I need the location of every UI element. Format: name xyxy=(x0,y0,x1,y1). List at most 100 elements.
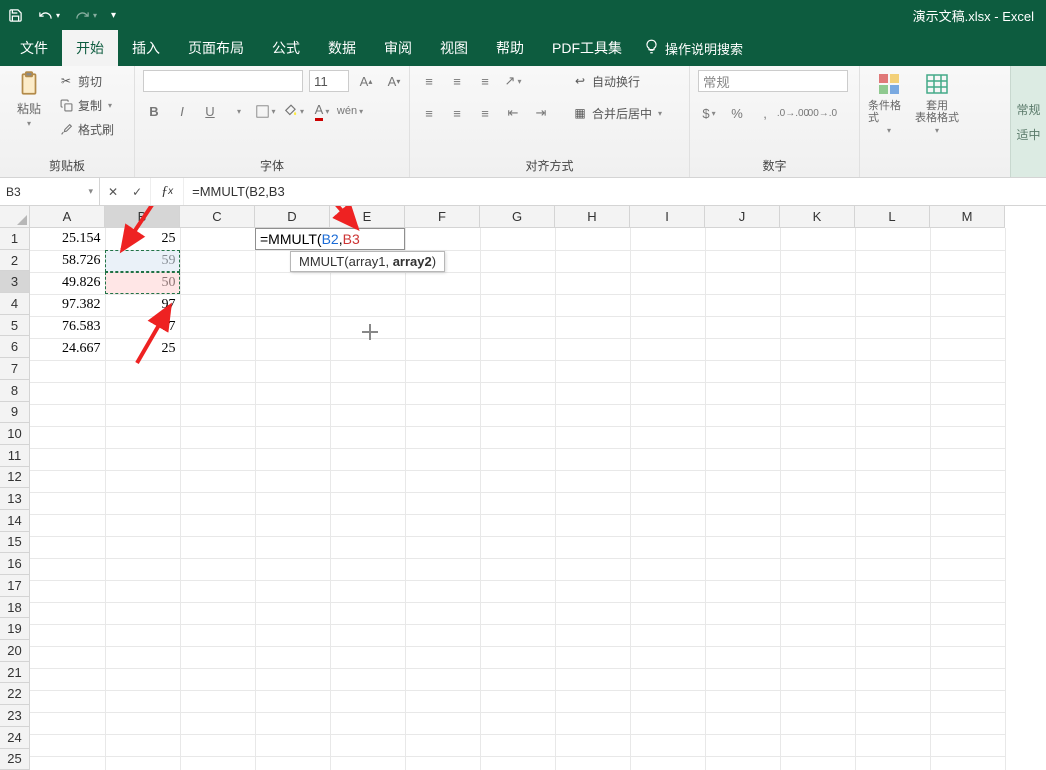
name-box[interactable]: B3 xyxy=(0,178,100,205)
cell[interactable] xyxy=(405,536,480,558)
cell[interactable] xyxy=(180,712,255,734)
cell[interactable] xyxy=(480,536,555,558)
cell[interactable] xyxy=(855,624,930,646)
cell[interactable] xyxy=(180,514,255,536)
function-tooltip[interactable]: MMULT(array1, array2) xyxy=(290,251,445,272)
cell[interactable] xyxy=(780,360,855,382)
cell[interactable] xyxy=(780,404,855,426)
cell-styles-gallery[interactable]: 常规 适中 xyxy=(1010,66,1046,177)
cell[interactable] xyxy=(255,690,330,712)
cell[interactable] xyxy=(780,646,855,668)
cell[interactable] xyxy=(780,624,855,646)
cell[interactable] xyxy=(705,360,780,382)
cell[interactable] xyxy=(480,404,555,426)
align-center-icon[interactable]: ≡ xyxy=(446,102,468,124)
cell[interactable]: 76.583 xyxy=(30,316,105,338)
cell[interactable] xyxy=(930,360,1005,382)
cell[interactable] xyxy=(180,294,255,316)
cell[interactable] xyxy=(30,470,105,492)
font-size-combo[interactable] xyxy=(309,70,349,92)
cell[interactable] xyxy=(105,756,180,770)
cell[interactable] xyxy=(180,404,255,426)
border-icon[interactable] xyxy=(255,100,277,122)
cell[interactable] xyxy=(480,624,555,646)
cell[interactable] xyxy=(855,734,930,756)
cell[interactable] xyxy=(255,316,330,338)
row-header[interactable]: 17 xyxy=(0,575,30,597)
copy-button[interactable]: 复制 xyxy=(56,94,116,116)
cell[interactable] xyxy=(255,580,330,602)
cell[interactable] xyxy=(630,360,705,382)
cell[interactable] xyxy=(780,492,855,514)
cell[interactable] xyxy=(255,756,330,770)
redo-icon[interactable]: ▾ xyxy=(74,8,97,23)
increase-indent-icon[interactable]: ⇥ xyxy=(530,102,552,124)
cell[interactable] xyxy=(105,734,180,756)
cell[interactable] xyxy=(705,272,780,294)
cell[interactable] xyxy=(30,536,105,558)
cell[interactable] xyxy=(480,272,555,294)
cell[interactable] xyxy=(780,426,855,448)
cell[interactable] xyxy=(480,316,555,338)
cell[interactable] xyxy=(405,712,480,734)
cell[interactable] xyxy=(180,646,255,668)
cell[interactable] xyxy=(30,668,105,690)
cell[interactable] xyxy=(780,536,855,558)
align-middle-icon[interactable]: ≡ xyxy=(446,70,468,92)
cell[interactable] xyxy=(705,712,780,734)
cell[interactable] xyxy=(705,558,780,580)
cell[interactable] xyxy=(705,690,780,712)
increase-font-icon[interactable]: A▴ xyxy=(355,70,377,92)
cell[interactable] xyxy=(105,382,180,404)
cell[interactable] xyxy=(330,448,405,470)
underline-dropdown[interactable] xyxy=(227,100,249,122)
cell[interactable] xyxy=(630,580,705,602)
cell[interactable] xyxy=(930,294,1005,316)
cell[interactable] xyxy=(105,514,180,536)
cell[interactable] xyxy=(855,294,930,316)
cell[interactable] xyxy=(855,470,930,492)
format-painter-button[interactable]: 格式刷 xyxy=(56,118,116,140)
formula-cancel-icon[interactable]: ✕ xyxy=(108,185,118,199)
cell[interactable] xyxy=(105,580,180,602)
row-header[interactable]: 8 xyxy=(0,380,30,402)
cell[interactable] xyxy=(480,558,555,580)
cell[interactable] xyxy=(180,316,255,338)
cell[interactable] xyxy=(480,492,555,514)
cell[interactable] xyxy=(555,734,630,756)
cell[interactable] xyxy=(330,360,405,382)
cell[interactable] xyxy=(255,646,330,668)
cell[interactable] xyxy=(855,228,930,250)
cell[interactable]: 97.382 xyxy=(30,294,105,316)
cell[interactable] xyxy=(930,514,1005,536)
tab-insert[interactable]: 插入 xyxy=(118,30,174,66)
cell[interactable] xyxy=(930,492,1005,514)
row-header[interactable]: 13 xyxy=(0,488,30,510)
cell[interactable] xyxy=(330,404,405,426)
row-header[interactable]: 22 xyxy=(0,683,30,705)
cell[interactable] xyxy=(780,602,855,624)
cell[interactable] xyxy=(405,514,480,536)
column-header[interactable]: C xyxy=(180,206,255,228)
cell[interactable] xyxy=(330,602,405,624)
cell[interactable]: 25 xyxy=(105,228,180,250)
cell[interactable] xyxy=(480,580,555,602)
cell[interactable] xyxy=(555,448,630,470)
formula-bar-input[interactable]: =MMULT(B2,B3 xyxy=(184,178,1046,205)
row-header[interactable]: 25 xyxy=(0,749,30,770)
cell[interactable] xyxy=(705,382,780,404)
cell[interactable] xyxy=(405,470,480,492)
cell[interactable] xyxy=(930,536,1005,558)
cell[interactable] xyxy=(555,690,630,712)
tab-view[interactable]: 视图 xyxy=(426,30,482,66)
cell[interactable] xyxy=(705,734,780,756)
cell[interactable] xyxy=(480,756,555,770)
phonetic-icon[interactable]: wén xyxy=(339,100,361,122)
cell[interactable] xyxy=(405,624,480,646)
cell[interactable] xyxy=(255,514,330,536)
cell[interactable] xyxy=(780,448,855,470)
cell[interactable] xyxy=(405,316,480,338)
cell[interactable] xyxy=(330,536,405,558)
cell[interactable] xyxy=(705,536,780,558)
cell[interactable] xyxy=(255,492,330,514)
